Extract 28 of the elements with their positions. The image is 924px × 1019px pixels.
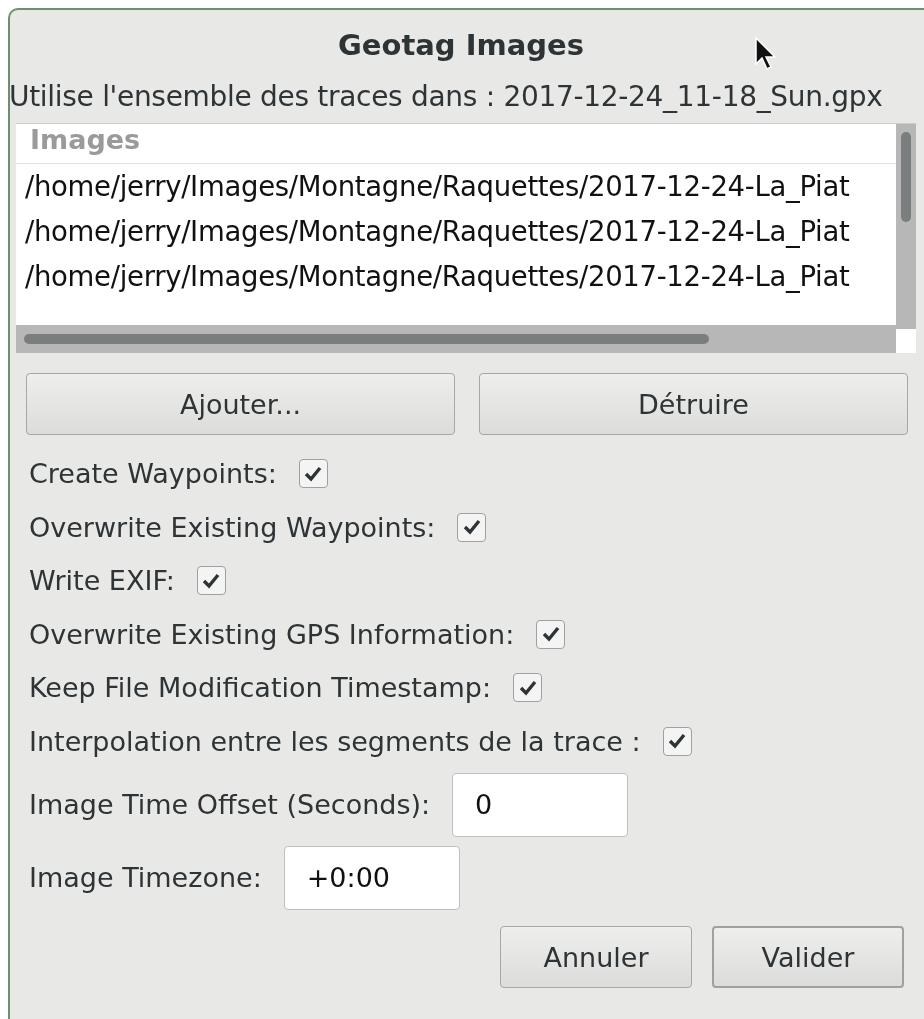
- field-label: Image Time Offset (Seconds):: [29, 789, 431, 820]
- file-path[interactable]: /home/jerry/Images/Montagne/Raquettes/2017-12-24-La_Piat: [16, 164, 896, 209]
- file-path[interactable]: /home/jerry/Images/Montagne/Raquettes/2017-12-24-La_Piat: [16, 254, 896, 299]
- checkbox[interactable]: [513, 673, 543, 703]
- track-info: Utilise l'ensemble des traces dans : 2017-12-24_11-18_Sun.gpx: [9, 79, 884, 115]
- checkbox[interactable]: [536, 619, 566, 649]
- checkbox[interactable]: [662, 726, 692, 756]
- option-label: Overwrite Existing Waypoints:: [29, 511, 436, 543]
- option-label: Interpolation entre les segments de la trace :: [29, 725, 641, 757]
- option-label: Create Waypoints:: [29, 458, 277, 490]
- window-title: Geotag Images: [338, 28, 584, 64]
- checkbox[interactable]: [196, 566, 226, 596]
- option-label: Keep File Modification Timestamp:: [29, 672, 492, 704]
- field-label: Image Timezone:: [29, 862, 262, 893]
- cursor-icon: [754, 36, 778, 72]
- checkbox[interactable]: [298, 459, 328, 489]
- timezone-field[interactable]: +0:00: [283, 845, 460, 910]
- option-label: Write EXIF:: [29, 565, 175, 597]
- add-button[interactable]: Ajouter...: [26, 373, 455, 435]
- horizontal-scrollbar[interactable]: [16, 325, 896, 353]
- checkbox[interactable]: [457, 512, 487, 542]
- file-path[interactable]: /home/jerry/Images/Montagne/Raquettes/2017-12-24-La_Piat: [16, 209, 896, 254]
- remove-button[interactable]: Détruire: [479, 373, 908, 435]
- offset-field[interactable]: 0: [452, 772, 629, 837]
- ok-button[interactable]: Valider: [712, 926, 904, 988]
- option-label: Overwrite Existing GPS Information:: [29, 618, 515, 650]
- vertical-scrollbar[interactable]: [896, 124, 916, 329]
- cancel-button[interactable]: Annuler: [500, 926, 692, 988]
